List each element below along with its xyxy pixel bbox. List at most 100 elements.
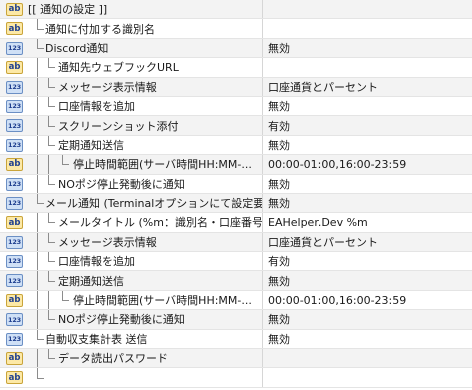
string-type-icon: ab — [6, 352, 23, 366]
parameter-label: 停止時間範囲(サーバ時間HH:MM-... — [73, 158, 252, 172]
parameter-value[interactable]: EAHelper.Dev %m — [263, 216, 368, 229]
number-type-icon: 123 — [6, 80, 23, 94]
parameter-row[interactable]: 123 メッセージ表示情報 口座通貨とパーセント — [0, 232, 472, 253]
tree-guide-line — [37, 213, 38, 232]
number-type-icon: 123 — [6, 313, 23, 327]
parameter-label: 口座情報を追加 — [58, 100, 135, 114]
parameter-row[interactable]: ab データ読出パスワード — [0, 349, 472, 369]
parameter-value[interactable]: 口座通貨とパーセント — [263, 234, 378, 250]
parameter-value[interactable]: 無効 — [263, 311, 290, 327]
tree-branch-line — [37, 19, 44, 30]
parameter-row[interactable]: 123 自動収支集計表 送信 無効 — [0, 329, 472, 350]
parameter-label: メールタイトル (%m：識別名・口座番号... — [58, 216, 263, 230]
parameter-row[interactable]: 123 スクリーンショット添付 有効 — [0, 116, 472, 136]
number-type-icon: 123 — [6, 119, 23, 133]
tree-branch-line — [48, 232, 55, 243]
tree-guide-line — [37, 155, 38, 174]
parameter-value[interactable]: 00:00-01:00,16:00-23:59 — [263, 294, 406, 307]
parameter-name-cell: ab メールタイトル (%m：識別名・口座番号... — [0, 213, 263, 232]
parameter-value[interactable]: 無効 — [263, 98, 290, 114]
tree-guide-line — [37, 232, 38, 252]
string-type-icon: ab — [6, 158, 23, 172]
number-type-icon: 123 — [6, 99, 23, 113]
string-type-icon: ab — [6, 61, 23, 75]
number-type-icon: 123 — [6, 255, 23, 269]
tree-guide-line — [37, 58, 38, 77]
parameter-row[interactable]: 123 メール通知 (Terminalオプションにて設定要) 無効 — [0, 193, 472, 214]
parameter-name-cell: ab データ読出パスワード — [0, 349, 263, 368]
parameter-row[interactable]: ab — [0, 368, 472, 388]
tree-guide-line — [48, 290, 49, 310]
parameter-label: 通知に付加する識別名 — [45, 22, 155, 36]
tree-branch-line — [48, 174, 55, 185]
parameter-row[interactable]: 123 口座情報を追加 無効 — [0, 96, 472, 117]
tree-branch-line — [37, 368, 44, 379]
tree-guide-line — [37, 349, 38, 368]
parameter-name-cell: 123 メッセージ表示情報 — [0, 77, 263, 96]
parameter-row[interactable]: ab 通知先ウェブフックURL — [0, 58, 472, 78]
parameter-name-cell: ab 停止時間範囲(サーバ時間HH:MM-... — [0, 290, 263, 310]
parameter-label: メッセージ表示情報 — [58, 235, 157, 249]
parameter-row[interactable]: 123 NOポジ停止発動後に通知 無効 — [0, 310, 472, 330]
parameter-name-cell: 123 メール通知 (Terminalオプションにて設定要) — [0, 193, 263, 213]
tree-branch-line — [37, 38, 44, 49]
tree-guide-line — [37, 290, 38, 310]
string-type-icon: ab — [6, 371, 23, 385]
parameter-name-cell: 123 Discord通知 — [0, 38, 263, 58]
parameter-value[interactable]: 無効 — [263, 40, 290, 56]
parameter-label: 停止時間範囲(サーバ時間HH:MM-... — [73, 294, 252, 308]
tree-branch-line — [48, 252, 55, 263]
number-type-icon: 123 — [6, 196, 23, 210]
parameter-value[interactable]: 無効 — [263, 137, 290, 153]
string-type-icon: ab — [6, 216, 23, 230]
tree-guide-line — [37, 252, 38, 271]
parameter-label: [[ 通知の設定 ]] — [28, 3, 108, 17]
parameter-row[interactable]: ab [[ 通知の設定 ]] — [0, 0, 472, 20]
parameter-label: 定期通知送信 — [58, 274, 124, 288]
string-type-icon: ab — [6, 3, 23, 16]
tree-branch-line — [48, 58, 55, 69]
parameter-row[interactable]: ab 通知に付加する識別名 — [0, 19, 472, 39]
parameter-label: NOポジ停止発動後に通知 — [58, 313, 185, 327]
parameter-label: スクリーンショット添付 — [58, 119, 179, 133]
parameter-name-cell: 123 定期通知送信 — [0, 135, 263, 155]
parameter-row[interactable]: ab 停止時間範囲(サーバ時間HH:MM-... 00:00-01:00,16:00… — [0, 155, 472, 175]
tree-guide-line — [37, 96, 38, 116]
number-type-icon: 123 — [6, 177, 23, 191]
string-type-icon: ab — [6, 22, 23, 36]
parameter-name-cell: 123 口座情報を追加 — [0, 252, 263, 271]
parameter-value[interactable]: 無効 — [263, 273, 290, 289]
parameter-value[interactable]: 有効 — [263, 253, 290, 269]
parameter-label: 口座情報を追加 — [58, 255, 135, 269]
parameter-row[interactable]: 123 NOポジ停止発動後に通知 無効 — [0, 174, 472, 194]
tree-branch-line — [37, 193, 44, 205]
parameter-name-cell: 123 定期通知送信 — [0, 271, 263, 290]
parameter-row[interactable]: 123 定期通知送信 無効 — [0, 135, 472, 156]
parameter-name-cell: ab 通知に付加する識別名 — [0, 19, 263, 38]
parameter-row[interactable]: 123 定期通知送信 無効 — [0, 271, 472, 291]
number-type-icon: 123 — [6, 332, 23, 346]
parameter-label: 通知先ウェブフックURL — [58, 61, 179, 75]
parameter-value[interactable]: 無効 — [263, 195, 290, 211]
parameter-row[interactable]: 123 メッセージ表示情報 口座通貨とパーセント — [0, 77, 472, 97]
tree-branch-line — [48, 77, 55, 88]
tree-guide-line — [37, 116, 38, 135]
tree-branch-line — [48, 349, 55, 360]
parameter-value[interactable]: 無効 — [263, 331, 290, 347]
parameter-row[interactable]: 123 口座情報を追加 有効 — [0, 252, 472, 272]
parameter-name-cell: ab [[ 通知の設定 ]] — [0, 0, 263, 19]
parameter-row[interactable]: ab メールタイトル (%m：識別名・口座番号... EAHelper.Dev %m — [0, 213, 472, 233]
parameter-value[interactable]: 00:00-01:00,16:00-23:59 — [263, 158, 406, 171]
parameter-row[interactable]: ab 停止時間範囲(サーバ時間HH:MM-... 00:00-01:00,16:00… — [0, 290, 472, 311]
parameter-value[interactable]: 有効 — [263, 118, 290, 134]
tree-branch-line — [37, 329, 44, 340]
tree-branch-line — [62, 290, 69, 302]
tree-branch-line — [48, 310, 55, 321]
parameter-value[interactable]: 無効 — [263, 176, 290, 192]
parameter-row[interactable]: 123 Discord通知 無効 — [0, 38, 472, 59]
parameter-name-cell: 123 スクリーンショット添付 — [0, 116, 263, 135]
parameter-value[interactable]: 口座通貨とパーセント — [263, 79, 378, 95]
tree-guide-line — [37, 271, 38, 290]
string-type-icon: ab — [6, 293, 23, 307]
parameter-name-cell: 123 NOポジ停止発動後に通知 — [0, 174, 263, 193]
